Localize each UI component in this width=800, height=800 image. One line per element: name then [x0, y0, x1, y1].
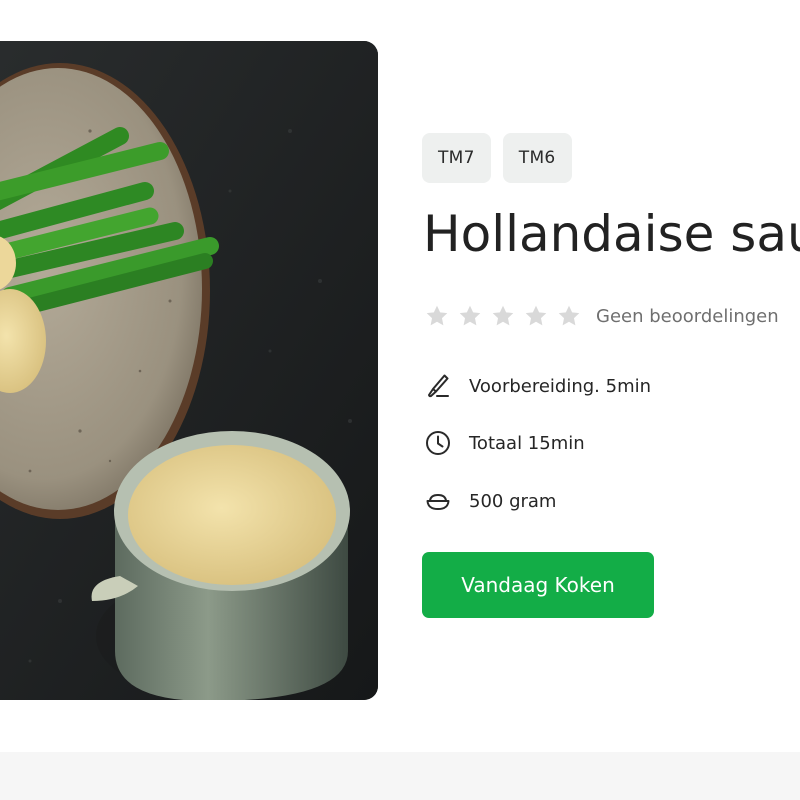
footer-band: [0, 752, 800, 800]
recipe-page: TM7 TM6 Hollandaise saus Geen beoordelin…: [0, 0, 800, 800]
star-icon[interactable]: [490, 303, 516, 329]
star-icon[interactable]: [457, 303, 483, 329]
prep-time-text: Voorbereiding. 5min: [469, 375, 652, 397]
rating-stars[interactable]: [424, 303, 582, 329]
knife-icon: [428, 374, 449, 398]
bowl-icon: [426, 493, 450, 510]
recipe-photo-illustration: [0, 41, 378, 700]
total-time: Totaal 15min: [424, 428, 585, 458]
device-badges: TM7 TM6: [422, 133, 572, 183]
star-icon[interactable]: [523, 303, 549, 329]
star-icon[interactable]: [424, 303, 450, 329]
clock-icon: [426, 431, 450, 455]
total-time-text: Totaal 15min: [469, 432, 585, 454]
prep-time: Voorbereiding. 5min: [424, 371, 651, 401]
recipe-title: Hollandaise saus: [423, 205, 800, 263]
yield-text: 500 gram: [469, 490, 557, 512]
rating-text: Geen beoordelingen: [596, 305, 779, 327]
badge-tm6: TM6: [502, 133, 572, 183]
cook-today-button[interactable]: Vandaag Koken: [422, 552, 654, 618]
yield: 500 gram: [424, 486, 556, 516]
badge-tm7: TM7: [422, 133, 491, 183]
rating[interactable]: Geen beoordelingen: [424, 303, 779, 329]
star-icon[interactable]: [556, 303, 582, 329]
recipe-image: [0, 41, 378, 700]
